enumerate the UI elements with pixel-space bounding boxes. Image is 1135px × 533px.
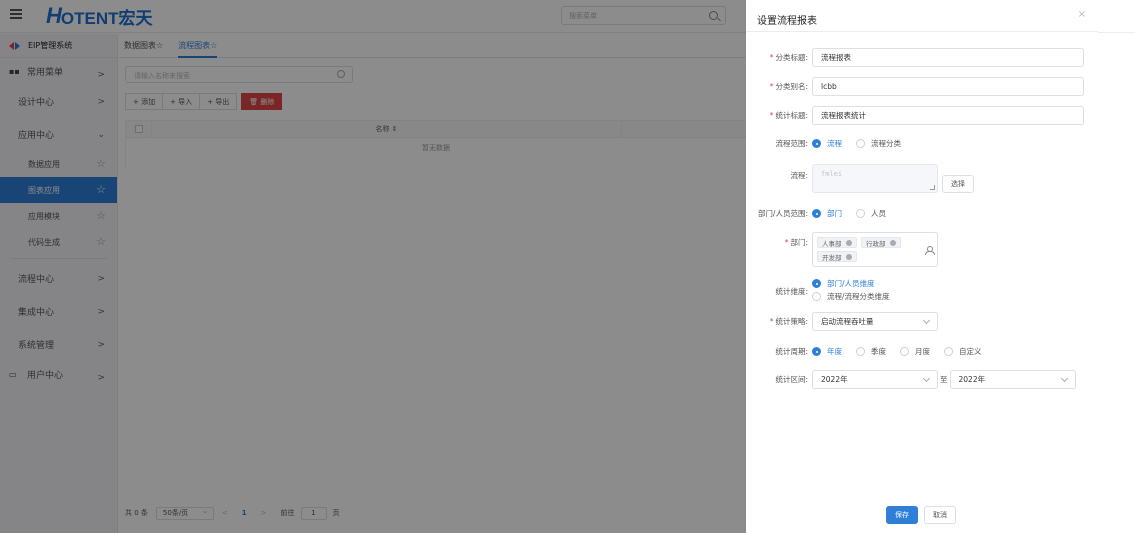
field-label: 流程范围: — [775, 139, 808, 148]
radio-month[interactable]: 月度 — [900, 346, 930, 357]
strategy-select[interactable]: 启动流程吞吐量 — [812, 312, 938, 331]
drawer-title: 设置流程报表 — [757, 16, 817, 27]
save-button[interactable]: 保存 — [886, 506, 918, 524]
department-tag-input[interactable]: 人事部 行政部 开发部 — [812, 232, 938, 267]
field-stat-title: * 统计标题: 流程报表统计 — [746, 106, 1084, 125]
drawer-divider — [746, 31, 1098, 32]
field-label: 统计周期: — [775, 347, 808, 356]
dimension-radio-group: 部门/人员维度 流程/流程分类维度 — [812, 278, 904, 304]
cancel-button[interactable]: 取消 — [924, 506, 956, 524]
field-category-alias: * 分类别名: lcbb — [746, 77, 1084, 96]
dept-tag: 开发部 — [817, 251, 857, 262]
close-icon[interactable]: × — [1078, 9, 1086, 20]
remove-tag-icon[interactable] — [889, 239, 896, 246]
app-root: H OTENT宏天 搜索菜单 EIP管理系统 ▪▪ 常用菜单 > 设计中心 > … — [0, 0, 1135, 533]
field-range: 统计区间: 2022年 至 2022年 — [746, 370, 1076, 389]
field-dimension: 统计维度: 部门/人员维度 流程/流程分类维度 — [746, 278, 904, 304]
field-period: 统计周期: 年度 季度 月度 自定义 — [746, 346, 996, 357]
range-to-select[interactable]: 2022年 — [949, 370, 1076, 389]
field-flow-scope: 流程范围: 流程 流程分类 — [746, 138, 915, 149]
field-dept-scope: 部门/人员范围: 部门 人员 — [746, 208, 900, 219]
dept-tag: 行政部 — [861, 237, 901, 248]
radio-person[interactable]: 人员 — [856, 208, 886, 219]
field-label: * 分类别名: — [769, 82, 808, 91]
report-settings-drawer: 设置流程报表 × * 分类标题: 流程报表 * 分类别名: lcbb * 统计标题: … — [746, 0, 1098, 533]
category-alias-input[interactable]: lcbb — [812, 77, 1084, 96]
drawer-footer: 保存 取消 — [886, 506, 956, 524]
stat-title-input[interactable]: 流程报表统计 — [812, 106, 1084, 125]
radio-custom[interactable]: 自定义 — [944, 346, 982, 357]
dept-tag: 人事部 — [817, 237, 857, 248]
user-select-icon[interactable] — [925, 246, 935, 255]
field-label: * 统计策略: — [769, 317, 808, 326]
range-from-select[interactable]: 2022年 — [812, 370, 938, 389]
field-label: 统计维度: — [775, 286, 808, 296]
radio-quarter[interactable]: 季度 — [856, 346, 886, 357]
field-flow: 流程: fmlei 选择 — [746, 164, 974, 193]
select-flow-button[interactable]: 选择 — [942, 175, 974, 193]
radio-dept-dimension[interactable]: 部门/人员维度 — [812, 278, 890, 289]
field-label: 统计区间: — [775, 375, 808, 384]
field-category-title: * 分类标题: 流程报表 — [746, 48, 1084, 67]
radio-year[interactable]: 年度 — [812, 346, 842, 357]
flow-textarea: fmlei — [812, 164, 938, 193]
field-department: * 部门: 人事部 行政部 开发部 — [746, 232, 938, 267]
radio-department[interactable]: 部门 — [812, 208, 842, 219]
radio-flow[interactable]: 流程 — [812, 138, 842, 149]
remove-tag-icon[interactable] — [845, 239, 852, 246]
field-label: * 部门: — [784, 238, 808, 247]
remove-tag-icon[interactable] — [845, 253, 852, 260]
field-label: 部门/人员范围: — [757, 209, 808, 218]
modal-overlay[interactable] — [0, 0, 746, 533]
field-strategy: * 统计策略: 启动流程吞吐量 — [746, 312, 938, 331]
radio-flow-category[interactable]: 流程分类 — [856, 138, 901, 149]
range-separator: 至 — [940, 375, 948, 384]
field-label: * 分类标题: — [769, 53, 808, 62]
field-label: 流程: — [790, 171, 808, 180]
category-title-input[interactable]: 流程报表 — [812, 48, 1084, 67]
radio-flow-dimension[interactable]: 流程/流程分类维度 — [812, 291, 890, 302]
field-label: * 统计标题: — [769, 111, 808, 120]
